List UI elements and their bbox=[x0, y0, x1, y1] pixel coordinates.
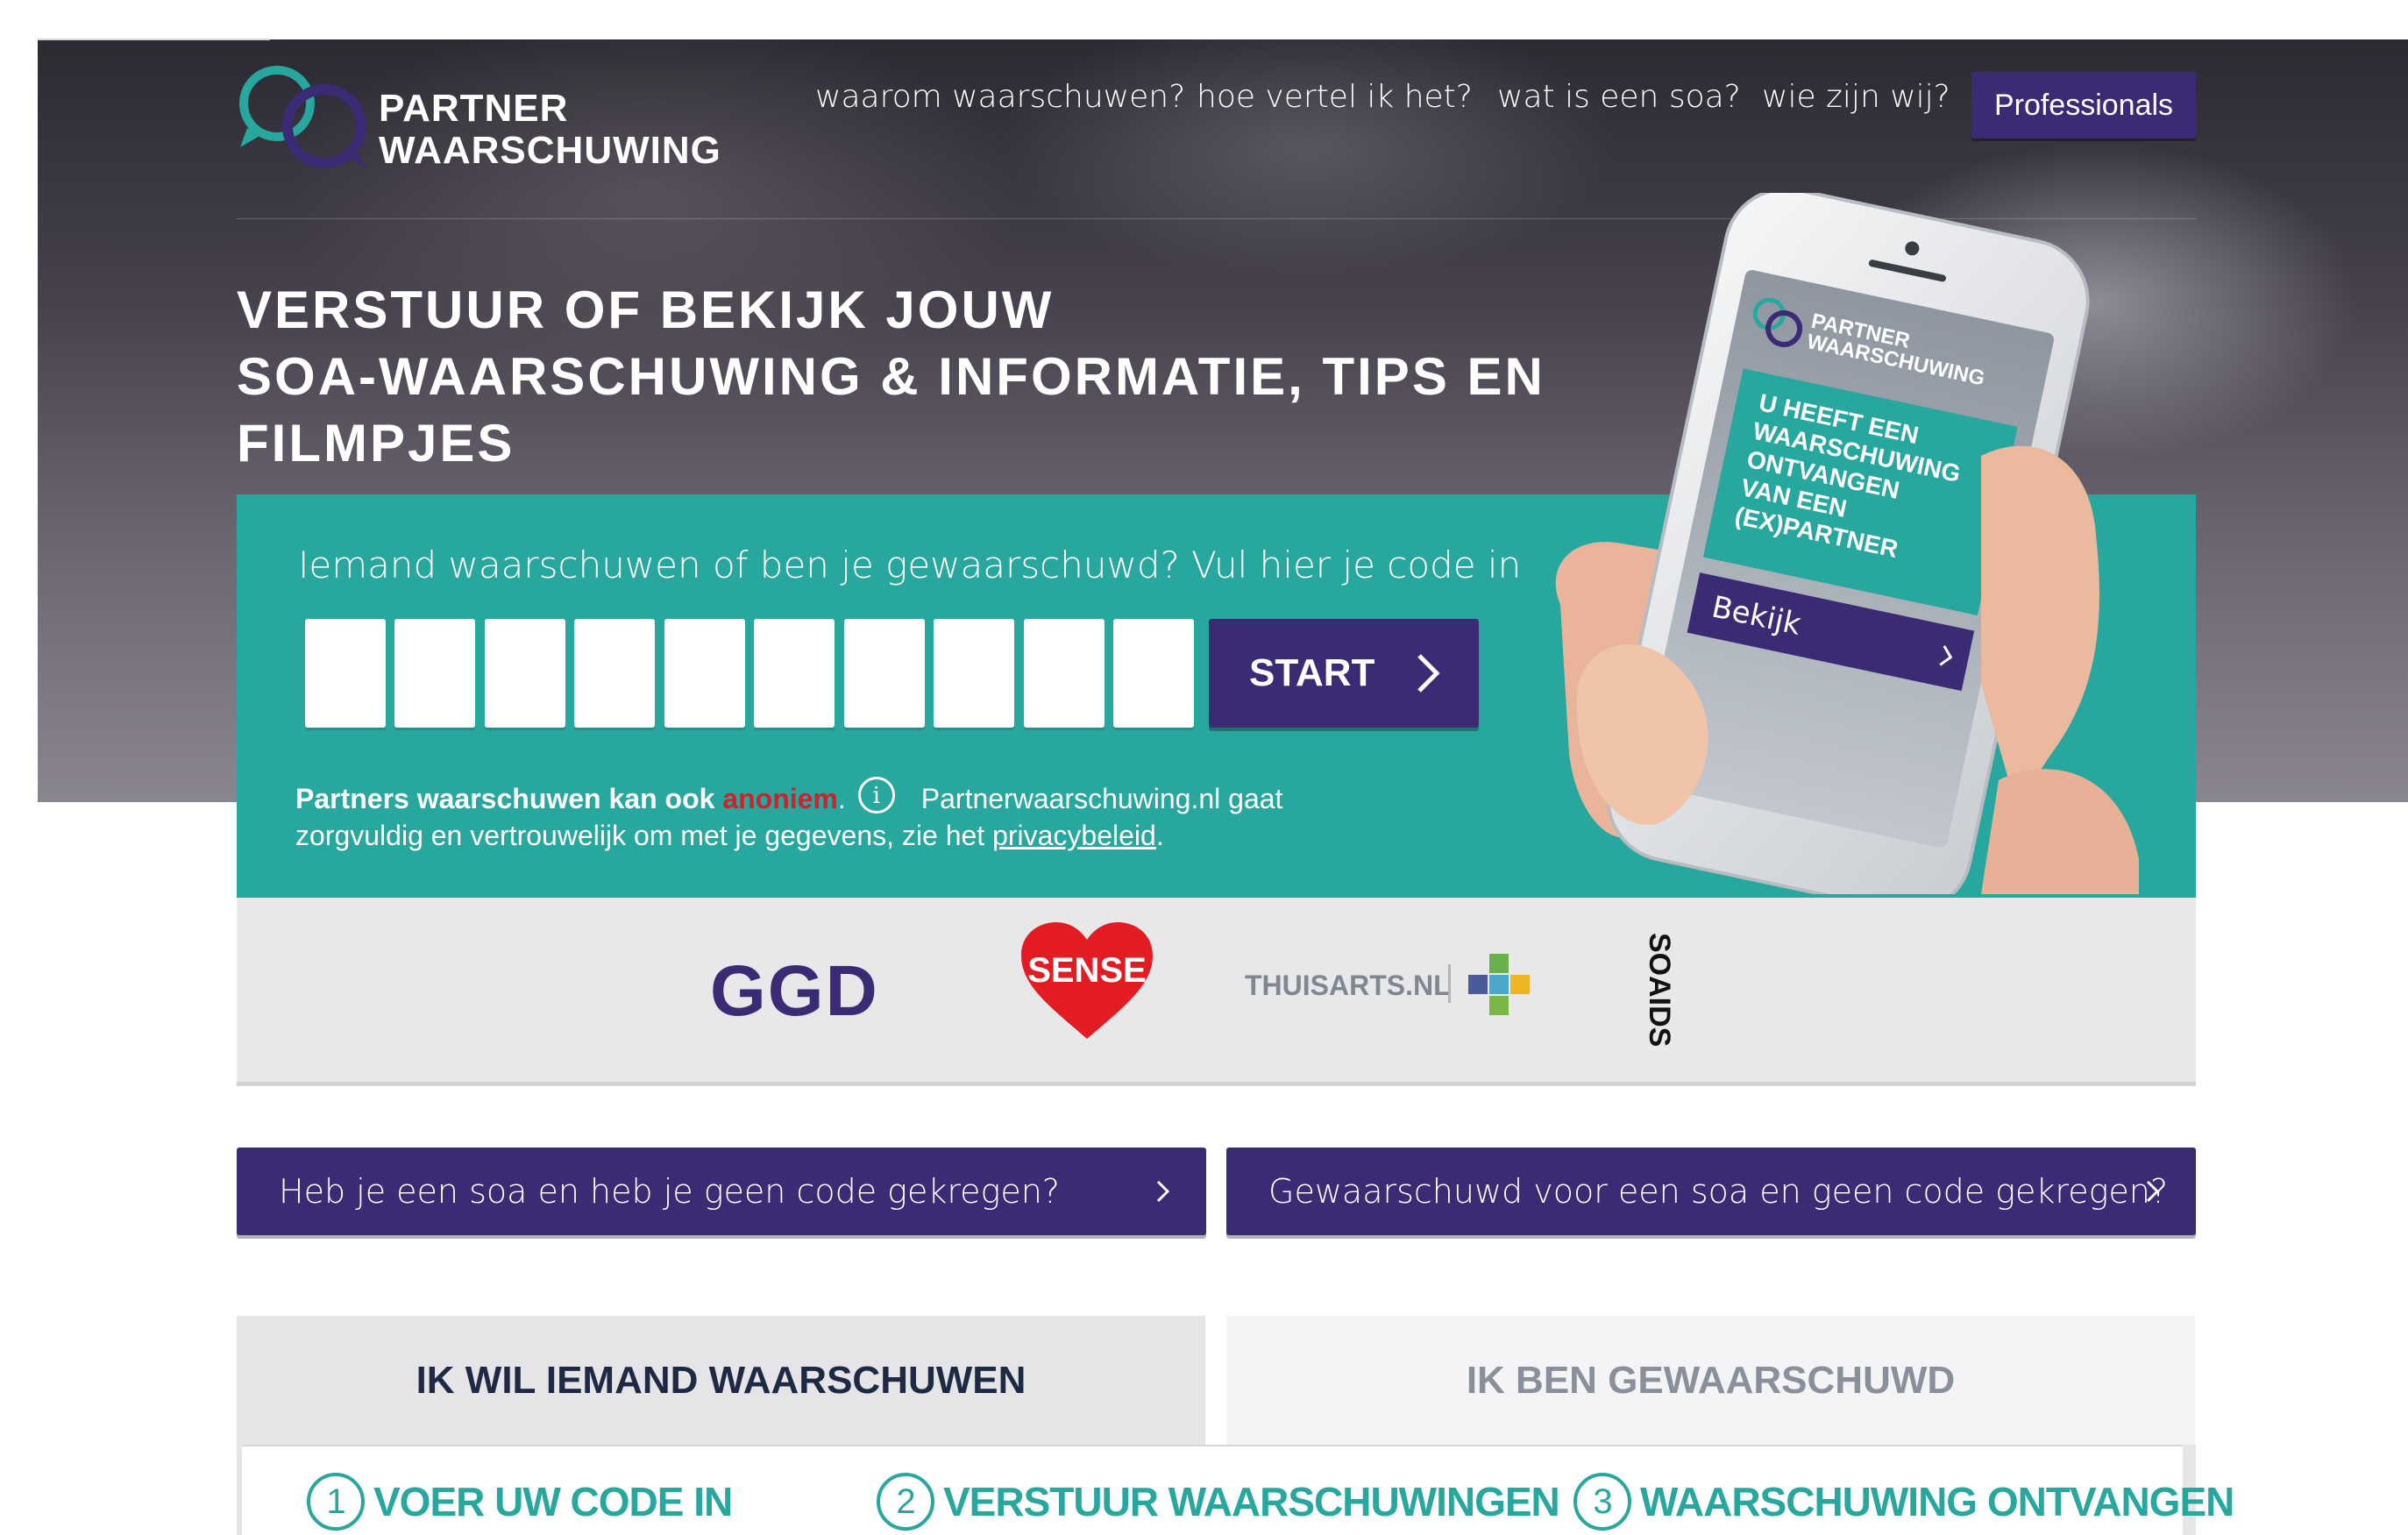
code-input-4[interactable] bbox=[574, 619, 655, 728]
start-button[interactable]: START bbox=[1209, 619, 1479, 728]
step-2-number: 2 bbox=[877, 1473, 934, 1531]
privacy-link[interactable]: privacybeleid bbox=[992, 820, 1156, 851]
code-input-8[interactable] bbox=[934, 619, 1014, 728]
code-prompt: Iemand waarschuwen of ben je gewaarschuw… bbox=[298, 544, 1522, 586]
step-1-label: VOER UW CODE IN bbox=[373, 1479, 733, 1524]
step-3-number: 3 bbox=[1573, 1473, 1631, 1531]
privacy-text-2: zorgvuldig en vertrouwelijk om met je ge… bbox=[295, 820, 993, 851]
code-input-3[interactable] bbox=[485, 619, 565, 728]
warned-no-code-label: Gewaarschuwd voor een soa en geen code g… bbox=[1268, 1172, 2169, 1211]
privacy-text-1: Partnerwaarschuwing.nl gaat bbox=[920, 783, 1283, 814]
logo-line2: WAARSCHUWING bbox=[379, 129, 721, 172]
nav-waarom[interactable]: waarom waarschuwen? bbox=[815, 79, 1185, 115]
thuisarts-divider bbox=[1448, 964, 1451, 1003]
soaids-logo[interactable]: SOAIDS bbox=[1639, 929, 1674, 1061]
nav-wie-zijn-wij[interactable]: wie zijn wij? bbox=[1762, 79, 1950, 115]
step-2-label: VERSTUUR WAARSCHUWINGEN bbox=[943, 1479, 1560, 1524]
sense-heart-logo[interactable]: SENSE bbox=[1017, 920, 1157, 1043]
chevron-right-icon bbox=[2146, 1180, 2160, 1203]
code-input-9[interactable] bbox=[1024, 619, 1105, 728]
anon-dot: . bbox=[837, 783, 846, 814]
no-code-soa-label: Heb je een soa en heb je geen code gekre… bbox=[279, 1172, 1060, 1211]
code-input-10[interactable] bbox=[1113, 619, 1194, 728]
phone-illustration: PARTNER WAARSCHUWING U HEEFT EEN WAARSCH… bbox=[1555, 193, 2139, 894]
headline-line3: FILMPJES bbox=[237, 414, 515, 473]
anon-link[interactable]: anoniem bbox=[722, 783, 838, 814]
chevron-right-icon bbox=[1417, 654, 1440, 693]
thuisarts-plus-icon bbox=[1468, 954, 1530, 1015]
step-3-label: WAARSCHUWING ONTVANGEN bbox=[1640, 1479, 2234, 1524]
warned-no-code-button[interactable]: Gewaarschuwd voor een soa en geen code g… bbox=[1226, 1148, 2196, 1235]
headline-line1: VERSTUUR OF BEKIJK JOUW bbox=[237, 281, 1055, 339]
step-1: 1 VOER UW CODE IN bbox=[307, 1473, 733, 1531]
headline-line2: SOA-WAARSCHUWING & INFORMATIE, TIPS EN bbox=[237, 347, 1545, 406]
ggd-logo[interactable]: GGD bbox=[710, 950, 879, 1033]
anon-bold-text: Partners waarschuwen kan ook bbox=[295, 783, 723, 814]
professionals-button[interactable]: Professionals bbox=[1971, 72, 2196, 139]
privacy-end: . bbox=[1155, 820, 1164, 851]
info-icon[interactable] bbox=[857, 777, 895, 814]
nav-wat-is-soa[interactable]: wat is een soa? bbox=[1497, 79, 1741, 115]
step-3: 3 WAARSCHUWING ONTVANGEN bbox=[1573, 1473, 2234, 1531]
logo[interactable]: PARTNER WAARSCHUWING bbox=[235, 60, 761, 182]
anonymous-notice: Partners waarschuwen kan ook anoniem. Par… bbox=[295, 777, 1435, 854]
logo-line1: PARTNER bbox=[379, 87, 569, 130]
code-input-5[interactable] bbox=[664, 619, 745, 728]
hero-headline: VERSTUUR OF BEKIJK JOUW SOA-WAARSCHUWING… bbox=[237, 277, 1545, 477]
logo-speech-bubbles-icon bbox=[239, 66, 366, 170]
partner-logos-band bbox=[237, 898, 2196, 1086]
nav-hoe-vertel[interactable]: hoe vertel ik het? bbox=[1197, 79, 1473, 115]
chevron-right-icon bbox=[1156, 1180, 1170, 1203]
code-input-7[interactable] bbox=[844, 619, 925, 728]
thuisarts-logo-text[interactable]: THUISARTS.NL bbox=[1245, 970, 1451, 1002]
tab-warn[interactable]: IK WIL IEMAND WAARSCHUWEN bbox=[237, 1316, 1205, 1445]
top-border bbox=[38, 39, 270, 40]
code-input-1[interactable] bbox=[305, 619, 386, 728]
code-input-6[interactable] bbox=[754, 619, 835, 728]
code-input-2[interactable] bbox=[394, 619, 475, 728]
step-2: 2 VERSTUUR WAARSCHUWINGEN bbox=[877, 1473, 1560, 1531]
sense-text: SENSE bbox=[1027, 951, 1147, 990]
soaids-text: SOAIDS bbox=[1643, 933, 1674, 1047]
tab-warned[interactable]: IK BEN GEWAARSCHUWD bbox=[1226, 1316, 2195, 1445]
step-1-number: 1 bbox=[307, 1473, 365, 1531]
start-label: START bbox=[1249, 651, 1375, 694]
no-code-soa-button[interactable]: Heb je een soa en heb je geen code gekre… bbox=[237, 1148, 1206, 1235]
